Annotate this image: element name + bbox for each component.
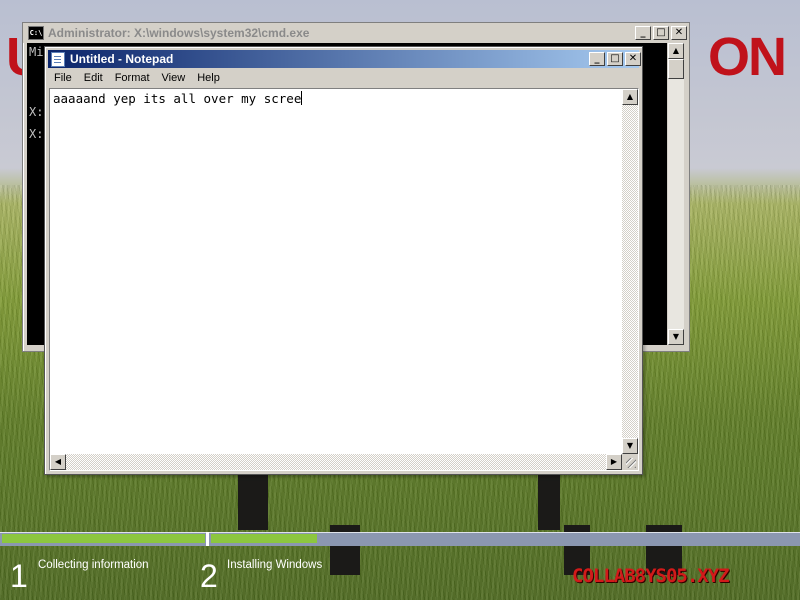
menu-file[interactable]: File bbox=[48, 72, 78, 84]
maximize-button[interactable]: □ bbox=[653, 26, 669, 40]
maximize-button[interactable]: □ bbox=[607, 52, 623, 66]
setup-progress-step1-fill bbox=[2, 534, 205, 543]
notepad-window-controls: _ □ ✕ bbox=[589, 52, 641, 66]
scroll-right-arrow-icon[interactable]: ▶ bbox=[606, 454, 622, 470]
cmd-title-text: Administrator: X:\windows\system32\cmd.e… bbox=[48, 26, 310, 40]
notepad-text-area[interactable]: aaaaand yep its all over my scree ▲ ▼ ◀ … bbox=[49, 88, 639, 471]
cmd-line: Mi bbox=[29, 45, 44, 59]
menu-help[interactable]: Help bbox=[191, 72, 226, 84]
minimize-button[interactable]: _ bbox=[589, 52, 605, 66]
cmd-line: X: bbox=[29, 127, 44, 141]
cmd-icon: C:\ bbox=[28, 26, 44, 40]
text-caret bbox=[301, 91, 303, 105]
horse-leg bbox=[238, 470, 268, 530]
step-number: 2 bbox=[200, 558, 218, 594]
menu-format[interactable]: Format bbox=[109, 72, 156, 84]
step-number: 1 bbox=[10, 558, 28, 594]
scroll-down-arrow-icon[interactable]: ▼ bbox=[668, 329, 684, 345]
notepad-window[interactable]: Untitled - Notepad _ □ ✕ File Edit Forma… bbox=[44, 46, 643, 475]
notepad-text-content: aaaaand yep its all over my scree bbox=[53, 91, 302, 106]
notepad-title-bar[interactable]: Untitled - Notepad bbox=[48, 50, 639, 68]
menu-view[interactable]: View bbox=[156, 72, 192, 84]
setup-progress-step2-fill bbox=[211, 534, 317, 543]
horse-leg bbox=[538, 470, 560, 530]
scroll-up-arrow-icon[interactable]: ▲ bbox=[622, 89, 638, 105]
brand-logo: COLLAB8YS05.XYZ bbox=[572, 565, 730, 587]
scroll-down-arrow-icon[interactable]: ▼ bbox=[622, 438, 638, 454]
minimize-button[interactable]: _ bbox=[635, 26, 651, 40]
resize-grip-icon[interactable] bbox=[622, 454, 638, 470]
notepad-icon bbox=[51, 51, 65, 67]
step-label: Installing Windows bbox=[227, 559, 323, 571]
notepad-vertical-scrollbar[interactable]: ▲ ▼ bbox=[622, 89, 638, 454]
background-red-letters-right: ON bbox=[708, 27, 787, 87]
scroll-up-arrow-icon[interactable]: ▲ bbox=[668, 43, 684, 59]
notepad-title-text: Untitled - Notepad bbox=[70, 52, 174, 66]
cmd-window-controls: _ □ ✕ bbox=[635, 26, 687, 40]
scroll-left-arrow-icon[interactable]: ◀ bbox=[50, 454, 66, 470]
close-button[interactable]: ✕ bbox=[671, 26, 687, 40]
close-button[interactable]: ✕ bbox=[625, 52, 641, 66]
menu-edit[interactable]: Edit bbox=[78, 72, 109, 84]
cmd-title-bar[interactable]: C:\ Administrator: X:\windows\system32\c… bbox=[23, 23, 689, 43]
scroll-thumb[interactable] bbox=[668, 59, 684, 79]
setup-progress-divider bbox=[206, 532, 209, 546]
cmd-line: X: bbox=[29, 105, 44, 119]
notepad-horizontal-scrollbar[interactable]: ◀ ▶ bbox=[50, 454, 622, 470]
step-label: Collecting information bbox=[38, 559, 149, 571]
cmd-vertical-scrollbar[interactable]: ▲ ▼ bbox=[668, 43, 684, 345]
notepad-menu-bar: File Edit Format View Help bbox=[48, 69, 639, 87]
